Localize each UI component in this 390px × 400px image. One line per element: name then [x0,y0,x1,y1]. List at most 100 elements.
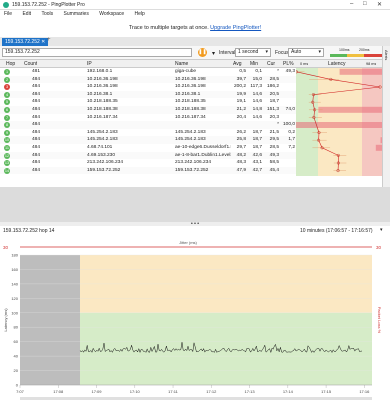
cell-pl: 100,0 [282,122,295,128]
packet-loss-bar [318,106,382,113]
close-icon[interactable]: ✕ [377,1,382,8]
x-tick-label: 17:10 [130,389,141,394]
cell-cur: 186,2 [266,84,279,90]
tab-target[interactable]: 159.153.72.252 ✕ [2,38,49,46]
col-latency[interactable]: Latency [328,60,346,68]
cell-avg: 48,2 [236,152,246,158]
app-icon [3,2,9,8]
y-tick-label: 0 [16,383,19,388]
y-tick-label: 60 [14,339,19,344]
col-hop[interactable]: Hop [6,60,15,68]
cell-ip: 159.153.72.252 [87,167,121,173]
cell-avg: 47,9 [236,167,246,173]
packet-loss-bar [296,122,382,128]
cell-count: 484 [31,91,40,97]
cell-ip: 10.216.36.198 [87,76,118,82]
hop-status-icon: 6 [4,107,10,113]
alerts-tab[interactable]: Alerts [384,50,389,60]
cell-count: 484 [31,84,40,90]
interval-select[interactable]: 1 second ▾ [235,48,271,57]
toolbar: 159.153.72.252 ❚❚ ▾ Interval 1 second ▾ F… [0,46,390,60]
hop-status-icon: 5 [4,99,10,106]
cell-count: 484 [31,145,40,150]
menu-edit[interactable]: Edit [22,10,31,19]
cell-avg: 39,7 [236,76,246,82]
cell-ip: 145.254.2.183 [87,137,118,143]
y-axis-label: Latency (ms) [3,308,8,332]
cell-name: 10.216.36.198 [175,84,206,90]
legend-200ms: 200ms [359,48,370,52]
hop-status-icon: 13 [4,160,10,167]
cell-cur: 28,5 [269,76,279,82]
side-panel-tab[interactable]: Alerts [382,46,390,187]
x-tick-label: 17:16 [359,389,370,394]
cell-ip: 10.218.188.38 [87,107,118,112]
add-tab-icon[interactable]: + [47,37,51,43]
focus-select[interactable]: Auto ▾ [288,48,324,57]
cell-count: 484 [31,167,40,173]
cell-count: 484 [31,122,40,128]
x-tick-label: 17:09 [92,389,103,394]
col-latency-max: 98 ms [366,62,377,66]
cell-ip: 10.216.38.1 [87,91,113,97]
cell-min: 42,6 [252,152,262,158]
x-tick-label: 17:08 [53,389,64,394]
col-pl[interactable]: PL% [283,60,294,68]
cell-count: 484 [31,152,40,158]
menu-summaries[interactable]: Summaries [64,10,89,19]
cell-ip: 10.218.188.35 [87,99,118,105]
x-tick-label: 17:13 [245,389,256,394]
maximize-icon[interactable]: □ [363,1,367,7]
col-avg[interactable]: Avg [233,60,242,68]
latency-graph [296,68,382,176]
cell-name: 10.216.187.34 [175,114,206,120]
target-input[interactable]: 159.153.72.252 [2,48,192,57]
col-count[interactable]: Count [24,60,37,68]
cell-avg: 0,5 [239,69,246,74]
packet-loss-axis-label: Packet Loss % [377,307,382,334]
packet-loss-bar [380,137,382,144]
cell-count: 484 [31,129,40,135]
chevron-down-icon[interactable]: ▾ [380,227,383,233]
y-tick-label: 80 [14,325,19,330]
col-min[interactable]: Min [250,60,258,68]
cell-avg: 48,3 [236,160,246,166]
col-cur[interactable]: Cur [267,60,275,68]
title-bar: 159.153.72.252 - PingPlotter Pro – □ ✕ [0,0,390,10]
pause-button[interactable]: ❚❚ [198,48,207,57]
cell-name: 145.254.2.183 [175,129,206,135]
cell-name: 10.216.38.1 [175,91,201,97]
upgrade-link[interactable]: Upgrade PingPlotter! [210,25,261,31]
menu-tools[interactable]: Tools [41,10,53,19]
packet-loss-bar [339,68,382,75]
timeline-range[interactable]: 10 minutes (17:06:57 - 17:16:57) [300,228,373,234]
cell-cur: 151,3 [266,107,279,112]
menu-file[interactable]: File [4,10,12,19]
hop-status-icon: 9 [4,129,10,136]
hop-status-icon: 2 [4,76,10,83]
cell-avg: 29,7 [236,145,246,150]
banner-text: Trace to multiple targets at once. [128,25,209,31]
cell-pl: 0,2 [288,129,295,135]
cell-cur: 20,3 [269,114,279,120]
y-tick-label: 120 [11,296,18,301]
cell-name: giga-cube [175,69,197,74]
hop-status-icon: 8 [4,122,10,129]
cell-ip: 10.216.187.34 [87,114,118,120]
options-dropdown-icon[interactable]: ▾ [212,50,215,57]
col-name[interactable]: Name [175,60,188,68]
cell-min: 18,7 [252,137,262,143]
window-title: 159.153.72.252 - PingPlotter Pro [12,2,85,8]
focus-label: Focus [275,50,289,56]
cell-name: 145.254.2.183 [175,137,206,143]
hop-status-icon: 3 [4,84,10,91]
minimize-icon[interactable]: – [350,1,353,7]
cell-ip: 145.254.2.183 [87,129,118,135]
y-tick-label: 40 [14,354,19,359]
menu-help[interactable]: Help [135,10,145,19]
cell-min: 0,1 [255,69,262,74]
cell-min: 14,6 [252,91,262,97]
col-ip[interactable]: IP [87,60,92,68]
menu-workspace[interactable]: Workspace [99,10,124,19]
cell-name: 213.242.106.234 [175,160,212,166]
